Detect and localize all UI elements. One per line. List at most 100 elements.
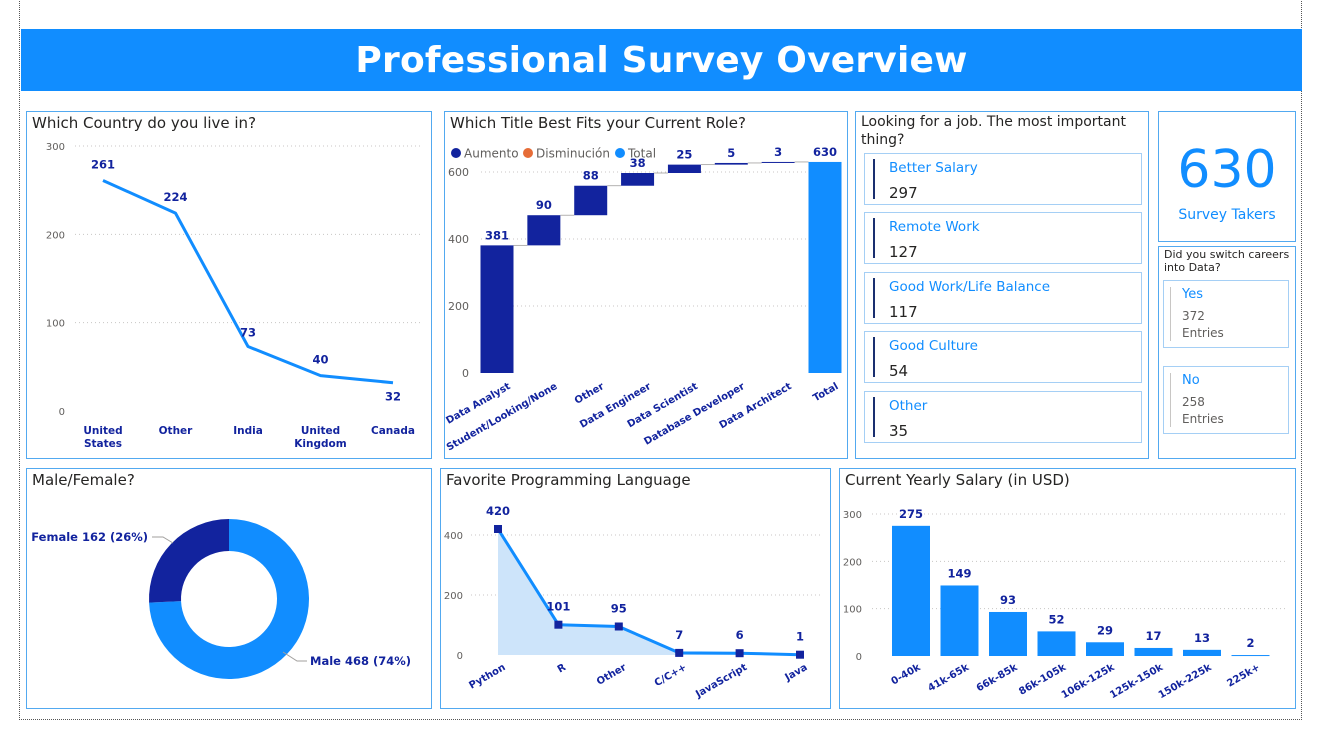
card-accent-bar	[873, 278, 875, 318]
career-switch-label: Yes	[1182, 287, 1203, 302]
salary-bar	[1037, 631, 1076, 656]
job-card-label: Good Work/Life Balance	[889, 279, 1051, 295]
data-point	[735, 649, 744, 658]
data-label: 95	[611, 602, 627, 616]
survey-takers-kpi[interactable]: 630 Survey Takers	[1158, 111, 1296, 242]
legend-marker	[615, 148, 625, 158]
x-tick-label: Total	[811, 381, 840, 404]
country-line-chart[interactable]: 0100200300261UnitedStates224Other73India…	[27, 112, 431, 458]
x-tick-label: Java	[783, 662, 810, 684]
career-switch-sub: Entries	[1182, 326, 1224, 340]
role-chart-panel[interactable]: Which Title Best Fits your Current Role?…	[444, 111, 848, 459]
x-tick-label: 150k-225k	[1157, 662, 1214, 701]
career-switch-panel[interactable]: Did you switch careers into Data? Yes 37…	[1158, 246, 1296, 459]
job-card[interactable]: Remote Work 127	[864, 212, 1142, 264]
salary-bar	[1231, 655, 1270, 657]
job-card-value: 54	[889, 362, 909, 380]
country-chart-panel[interactable]: Which Country do you live in? 0 100 200 300…	[26, 111, 432, 459]
y-tick-label: 400	[448, 233, 469, 246]
data-label: 40	[312, 353, 328, 367]
data-label: 630	[813, 145, 837, 159]
slice-label: Female 162 (26%)	[31, 530, 148, 544]
career-switch-value: 258	[1182, 395, 1205, 409]
x-tick-label: Canada	[371, 425, 415, 437]
salary-bar	[989, 611, 1027, 656]
career-switch-sub: Entries	[1182, 412, 1224, 426]
language-area-chart[interactable]: 0 200 400 420 Python 101 R 95 Other 7 C/C++ 6 JavaSc…	[441, 469, 830, 708]
data-label: 7	[675, 628, 683, 642]
x-tick-label: 225k+	[1225, 662, 1262, 689]
salary-bar-chart[interactable]: 0100200300 2750-40k14941k-65k9366k-85k528…	[840, 469, 1295, 708]
y-tick-label: 0	[856, 652, 862, 663]
job-card-label: Remote Work	[889, 219, 980, 235]
x-tick-label: India	[233, 425, 263, 437]
data-label: 149	[947, 566, 971, 580]
data-point	[614, 622, 623, 631]
waterfall-bar	[714, 162, 748, 165]
career-switch-card[interactable]: Yes 372 Entries	[1163, 280, 1289, 348]
role-waterfall-chart[interactable]: Aumento Disminución Total0200400600381Data…	[445, 112, 847, 458]
job-card[interactable]: Good Work/Life Balance 117	[864, 272, 1142, 324]
career-switch-card[interactable]: No 258 Entries	[1163, 366, 1289, 434]
job-card[interactable]: Better Salary 297	[864, 153, 1142, 205]
y-tick-label: 200	[843, 557, 862, 568]
x-tick-label: 41k-65k	[926, 662, 971, 694]
y-tick-label: 200	[444, 591, 463, 602]
slice-label: Male 468 (74%)	[310, 654, 411, 668]
salary-bar	[1086, 642, 1124, 656]
x-tick-label: 0-40k	[890, 662, 923, 688]
country-series-line	[102, 179, 394, 385]
y-tick-label: 0	[462, 367, 469, 380]
data-label: 3	[774, 145, 782, 159]
career-switch-title-line: into Data?	[1164, 261, 1221, 274]
data-label: 224	[163, 190, 187, 204]
legend-marker	[523, 148, 533, 158]
area-fill	[498, 529, 800, 655]
kpi-value: 630	[1177, 140, 1277, 200]
job-priority-panel[interactable]: Looking for a job. The most important th…	[855, 111, 1149, 459]
waterfall-bar	[808, 161, 842, 373]
data-label: 13	[1194, 631, 1210, 645]
job-card-value: 127	[889, 243, 918, 261]
language-chart-panel[interactable]: Favorite Programming Language 0 200 400 420…	[440, 468, 831, 709]
pie-slice	[149, 519, 229, 603]
data-point	[796, 650, 804, 659]
x-tick-label: JavaScript	[693, 662, 749, 701]
job-card[interactable]: Other 35	[864, 391, 1142, 443]
waterfall-bar	[527, 215, 561, 246]
data-label: 17	[1145, 629, 1161, 643]
data-label: 6	[736, 628, 744, 642]
data-label: 5	[727, 146, 735, 160]
salary-bar	[1183, 649, 1221, 656]
job-card-value: 117	[889, 303, 918, 321]
y-tick-label: 600	[448, 166, 469, 179]
job-card[interactable]: Good Culture 54	[864, 331, 1142, 383]
data-label: 1	[796, 630, 804, 644]
job-card-label: Other	[889, 398, 928, 414]
x-tick-label: Other	[595, 662, 628, 688]
x-tick-label: R	[556, 662, 568, 676]
kpi-label: Survey Takers	[1178, 207, 1276, 223]
card-accent-bar	[873, 218, 875, 258]
data-point	[554, 620, 563, 629]
y-tick-label: 200	[46, 230, 65, 241]
y-tick-label: 400	[444, 531, 463, 542]
data-label: 261	[91, 157, 115, 171]
y-tick-label: 300	[46, 142, 65, 153]
x-tick-label: C/C++	[653, 662, 689, 689]
x-tick-label: Kingdom	[294, 438, 346, 450]
x-tick-label: 125k-150k	[1108, 662, 1165, 701]
card-accent-bar	[873, 337, 875, 377]
job-priority-title-line: thing?	[861, 132, 905, 148]
data-label: 29	[1097, 623, 1113, 637]
card-accent-bar	[1170, 373, 1171, 427]
job-priority-title: Looking for a job. The most important th…	[861, 113, 1126, 149]
y-tick-label: 300	[843, 510, 862, 521]
gender-chart-panel[interactable]: Male/Female? Male 468 (74%) Female 162 (2…	[26, 468, 432, 709]
card-accent-bar	[1170, 287, 1171, 341]
salary-chart-panel[interactable]: Current Yearly Salary (in USD) 0 100 200 30…	[839, 468, 1296, 709]
y-tick-label: 0	[59, 407, 65, 418]
data-label: 420	[486, 504, 510, 518]
x-tick-label: 106k-125k	[1060, 662, 1117, 701]
gender-donut-chart[interactable]: Male 468 (74%) Female 162 (26%)	[27, 469, 431, 708]
